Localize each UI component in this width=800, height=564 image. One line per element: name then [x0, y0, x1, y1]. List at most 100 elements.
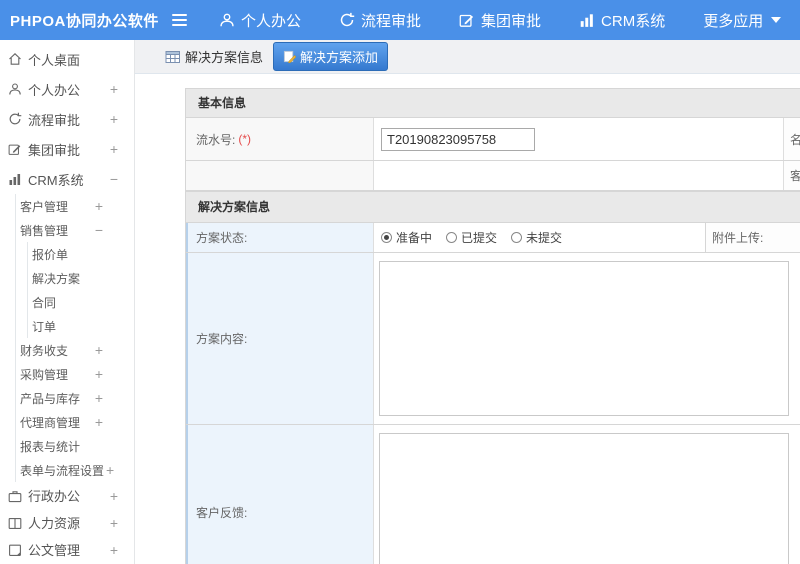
sidebar-item-contract[interactable]: 合同: [0, 290, 134, 314]
attachment-upload-label: 附件上传:: [706, 223, 800, 252]
nav-more-apps[interactable]: 更多应用: [703, 10, 782, 31]
serial-number-label: 流水号: (*): [186, 118, 374, 160]
user-icon: [8, 82, 22, 96]
status-options-cell: 准备中 已提交 未提交: [374, 223, 706, 252]
sidebar-item-order[interactable]: 订单: [0, 314, 134, 338]
sidebar-item-label: 报价单: [32, 247, 69, 262]
sidebar-item-document-mgmt[interactable]: 公文管理 +: [0, 536, 134, 563]
sidebar-item-reports-stats[interactable]: 报表与统计: [0, 434, 134, 458]
expander[interactable]: −: [95, 222, 103, 238]
sidebar-item-quotation[interactable]: 报价单: [0, 242, 134, 266]
radio-status-not-submitted[interactable]: 未提交: [511, 229, 562, 246]
sidebar-item-process-approval[interactable]: 流程审批 +: [0, 104, 134, 134]
sidebar-item-personal-desktop[interactable]: 个人桌面: [0, 44, 134, 74]
expander[interactable]: +: [110, 141, 118, 157]
expander[interactable]: +: [110, 542, 118, 558]
sidebar-item-label: 产品与库存: [20, 391, 81, 406]
expander[interactable]: −: [110, 171, 118, 187]
nav-process-approval[interactable]: 流程审批: [339, 10, 421, 31]
sidebar-item-label: 合同: [32, 295, 57, 310]
process-icon: [8, 112, 22, 126]
customer-feedback-textarea[interactable]: [379, 433, 789, 564]
empty-label-cell: [186, 161, 374, 190]
nav-label: CRM系统: [601, 12, 666, 30]
sidebar-item-solution[interactable]: 解决方案: [0, 266, 134, 290]
radio-status-preparing[interactable]: 准备中: [381, 229, 432, 246]
customer-row: 客户: [185, 161, 800, 191]
expander[interactable]: +: [110, 515, 118, 531]
chart-icon: [579, 12, 595, 28]
sidebar-item-purchasing[interactable]: 采购管理 +: [0, 362, 134, 386]
sidebar-item-label: 销售管理: [20, 223, 69, 238]
expander[interactable]: +: [110, 488, 118, 504]
sidebar-item-personal-office[interactable]: 个人办公 +: [0, 74, 134, 104]
expander[interactable]: +: [95, 342, 103, 358]
expander[interactable]: +: [110, 81, 118, 97]
name-label: 名称: [784, 118, 800, 160]
customer-feedback-cell: [374, 425, 800, 564]
empty-value-cell: [374, 161, 784, 190]
sidebar-item-label: 公文管理: [28, 543, 81, 558]
nav-crm-system[interactable]: CRM系统: [579, 10, 665, 31]
expander[interactable]: +: [110, 111, 118, 127]
radio-icon: [511, 232, 523, 243]
serial-number-cell: [374, 118, 784, 160]
sidebar-item-label: 代理商管理: [20, 415, 81, 430]
hamburger-menu-icon[interactable]: [172, 14, 187, 26]
sidebar-item-label: 财务收支: [20, 343, 69, 358]
customer-feedback-row: 客户反馈:: [185, 425, 800, 564]
expander[interactable]: +: [95, 390, 103, 406]
sidebar-item-finance[interactable]: 财务收支 +: [0, 338, 134, 362]
nav-personal-office[interactable]: 个人办公: [219, 10, 301, 31]
main-content: 解决方案信息 解决方案添加 基本信息 流水号: (*) 名称: [135, 40, 800, 564]
sidebar: 个人桌面 个人办公 + 流程审批 + 集团审批 + CRM系统 − 客户管理 +…: [0, 40, 135, 564]
tab-label: 解决方案信息: [185, 50, 264, 65]
solution-add-form: 基本信息 流水号: (*) 名称 客户 解决方案信息 方案状态:: [185, 88, 800, 564]
indent-guide: [27, 242, 28, 338]
nav-label: 更多应用: [703, 12, 764, 30]
expander[interactable]: +: [106, 462, 114, 478]
sidebar-item-label: 订单: [32, 319, 57, 334]
sidebar-item-label: 采购管理: [20, 367, 69, 382]
top-bar: PHPOA协同办公软件 个人办公 流程审批 集团审批 CRM系统 更多应用: [0, 0, 800, 40]
tab-solution-add[interactable]: 解决方案添加: [273, 42, 389, 71]
section-title: 基本信息: [185, 88, 800, 118]
solution-content-row: 方案内容:: [185, 253, 800, 425]
top-nav: 个人办公 流程审批 集团审批 CRM系统 更多应用: [219, 10, 782, 31]
expander[interactable]: +: [95, 198, 103, 214]
sidebar-item-group-approval[interactable]: 集团审批 +: [0, 134, 134, 164]
radio-icon: [446, 232, 458, 243]
sidebar-item-form-process-settings[interactable]: 表单与流程设置 +: [0, 458, 134, 482]
solution-content-textarea[interactable]: [379, 261, 789, 416]
sidebar-item-label: 表单与流程设置: [20, 463, 105, 478]
tab-solution-info[interactable]: 解决方案信息: [165, 47, 263, 66]
required-mark: (*): [238, 132, 252, 146]
home-icon: [8, 52, 22, 66]
sidebar-item-label: 流程审批: [28, 112, 81, 128]
sidebar-item-label: 客户管理: [20, 199, 69, 214]
doc-icon: [8, 543, 22, 557]
solution-content-label: 方案内容:: [186, 253, 374, 424]
sidebar-item-customer-mgmt[interactable]: 客户管理 +: [0, 194, 134, 218]
add-solution-icon: [283, 50, 297, 63]
sidebar-item-admin-office[interactable]: 行政办公 +: [0, 482, 134, 509]
sidebar-item-human-resources[interactable]: 人力资源 +: [0, 509, 134, 536]
briefcase-icon: [8, 489, 22, 503]
nav-label: 集团审批: [481, 12, 542, 30]
sidebar-item-label: 解决方案: [32, 271, 81, 286]
sidebar-item-products-inventory[interactable]: 产品与库存 +: [0, 386, 134, 410]
expander[interactable]: +: [95, 366, 103, 382]
serial-number-input[interactable]: [381, 127, 535, 151]
solution-content-cell: [374, 253, 800, 424]
nav-group-approval[interactable]: 集团审批: [459, 10, 541, 31]
nav-label: 个人办公: [241, 12, 302, 30]
sidebar-item-crm-system[interactable]: CRM系统 −: [0, 164, 134, 194]
radio-label: 未提交: [526, 231, 563, 245]
sidebar-item-label: 个人办公: [28, 82, 81, 98]
tab-strip: 解决方案信息 解决方案添加: [135, 40, 800, 74]
sidebar-item-agent-mgmt[interactable]: 代理商管理 +: [0, 410, 134, 434]
user-icon: [219, 12, 235, 28]
expander[interactable]: +: [95, 414, 103, 430]
sidebar-item-sales-mgmt[interactable]: 销售管理 −: [0, 218, 134, 242]
radio-status-submitted[interactable]: 已提交: [446, 229, 497, 246]
